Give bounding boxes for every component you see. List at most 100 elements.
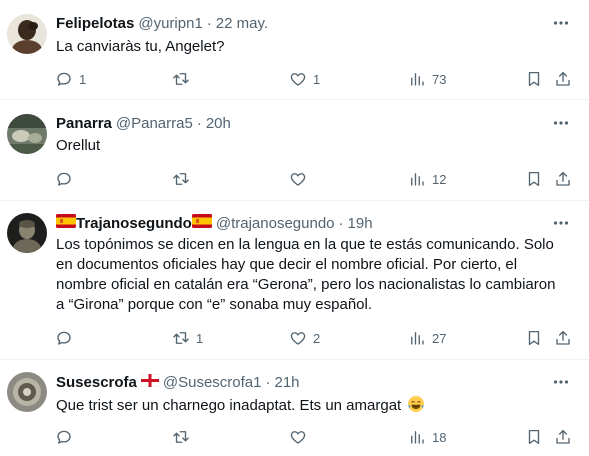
- avatar[interactable]: [7, 14, 47, 54]
- like-icon: [290, 332, 306, 345]
- tweet-actions: 12: [0, 169, 589, 189]
- tweet-4[interactable]: Susescrofa @Susescrofa1 · 21h Que trist …: [0, 360, 589, 456]
- bookmark-button[interactable]: [525, 427, 543, 447]
- like-button[interactable]: 1: [289, 69, 320, 89]
- views-button[interactable]: 27: [408, 328, 446, 348]
- user-handle[interactable]: @Panarra5: [116, 115, 193, 132]
- reply-button[interactable]: [55, 427, 79, 447]
- display-name[interactable]: Trajanosegundo: [76, 215, 192, 232]
- reply-button[interactable]: [55, 328, 79, 348]
- share-button[interactable]: [554, 69, 572, 89]
- tweet-header: Panarra @Panarra5 · 20h: [56, 113, 231, 133]
- laughing-emoji-icon: [407, 395, 425, 419]
- views-icon: [411, 73, 424, 86]
- reply-count: 1: [79, 71, 87, 87]
- display-name[interactable]: Felipelotas: [56, 15, 134, 32]
- avatar[interactable]: [7, 372, 47, 412]
- tweet-text: Que trist ser un charnego inadaptat. Ets…: [56, 395, 576, 419]
- timestamp[interactable]: 19h: [348, 215, 373, 232]
- tweet-actions: 18: [0, 427, 589, 447]
- tweet-text: Los topónimos se dicen en la lengua en l…: [56, 235, 581, 315]
- separator-dot: ·: [265, 373, 271, 391]
- more-icon[interactable]: [551, 113, 571, 133]
- separator-dot: ·: [196, 114, 202, 132]
- share-icon: [556, 171, 570, 186]
- share-button[interactable]: [554, 427, 572, 447]
- retweet-button[interactable]: [172, 427, 196, 447]
- views-button[interactable]: 12: [408, 169, 446, 189]
- view-count: 18: [432, 429, 447, 445]
- timestamp[interactable]: 22 may.: [216, 15, 268, 32]
- bookmark-button[interactable]: [525, 69, 543, 89]
- text-line: nombre oficial en catalán era “Gerona”, …: [56, 276, 556, 293]
- share-icon: [556, 429, 570, 444]
- flag-es-icon: [191, 214, 212, 232]
- share-icon: [556, 71, 570, 86]
- retweet-button[interactable]: [172, 69, 196, 89]
- tweet-header: Trajanosegundo @trajanosegundo · 19h: [56, 213, 373, 233]
- bookmark-icon: [528, 71, 540, 87]
- separator-dot: ·: [206, 14, 212, 32]
- tweet-text-content: Que trist ser un charnego inadaptat. Ets…: [56, 397, 402, 414]
- like-button[interactable]: 2: [289, 328, 320, 348]
- view-count: 27: [432, 330, 447, 346]
- more-icon[interactable]: [551, 13, 571, 33]
- like-button[interactable]: [289, 427, 313, 447]
- bookmark-button[interactable]: [525, 328, 543, 348]
- view-count: 73: [432, 71, 447, 87]
- retweet-icon: [173, 332, 189, 344]
- tweet-actions: 1 2 27: [0, 328, 589, 348]
- views-button[interactable]: 18: [408, 427, 446, 447]
- views-button[interactable]: 73: [408, 69, 446, 89]
- tweet-1[interactable]: Felipelotas @yuripn1 · 22 may. La canvia…: [0, 0, 589, 100]
- like-button[interactable]: [289, 169, 313, 189]
- reply-button[interactable]: 1: [55, 69, 86, 89]
- retweet-button[interactable]: [172, 169, 196, 189]
- display-name[interactable]: Panarra: [56, 115, 112, 132]
- share-button[interactable]: [554, 169, 572, 189]
- bookmark-icon: [528, 171, 540, 187]
- tweet-text: Orellut: [56, 137, 101, 154]
- tweet-3[interactable]: Trajanosegundo @trajanosegundo · 19h Los…: [0, 201, 589, 360]
- text-line: en documentos oficiales hay que decir el…: [56, 256, 518, 273]
- tweet-actions: 1 1 73: [0, 69, 589, 89]
- flag-es-icon: [56, 214, 76, 232]
- views-icon: [411, 173, 424, 186]
- bookmark-icon: [528, 429, 540, 445]
- retweet-icon: [173, 431, 189, 443]
- like-icon: [290, 431, 306, 444]
- reply-icon: [57, 72, 71, 86]
- timestamp[interactable]: 21h: [274, 374, 299, 391]
- reply-button[interactable]: [55, 169, 79, 189]
- tweet-header: Felipelotas @yuripn1 · 22 may.: [56, 13, 268, 33]
- avatar[interactable]: [7, 114, 47, 154]
- separator-dot: ·: [338, 214, 344, 232]
- bookmark-icon: [528, 330, 540, 346]
- timestamp[interactable]: 20h: [206, 115, 231, 132]
- views-icon: [411, 332, 424, 345]
- reply-icon: [57, 331, 71, 345]
- view-count: 12: [432, 171, 447, 187]
- tweet-2[interactable]: Panarra @Panarra5 · 20h Orellut 12: [0, 100, 589, 201]
- retweet-icon: [173, 73, 189, 85]
- like-icon: [290, 173, 306, 186]
- display-name[interactable]: Susescrofa: [56, 374, 137, 391]
- text-line: a “Girona” porque con “e” sonaba muy esp…: [56, 296, 373, 313]
- share-icon: [556, 330, 570, 345]
- like-icon: [290, 73, 306, 86]
- share-button[interactable]: [554, 328, 572, 348]
- user-handle[interactable]: @Susescrofa1: [163, 374, 262, 391]
- reply-icon: [57, 172, 71, 186]
- reply-icon: [57, 430, 71, 444]
- user-handle[interactable]: @yuripn1: [138, 15, 202, 32]
- retweet-count: 1: [196, 330, 204, 346]
- user-handle[interactable]: @trajanosegundo: [216, 215, 335, 232]
- text-line: Los topónimos se dicen en la lengua en l…: [56, 236, 554, 253]
- tweet-text: La canviaràs tu, Angelet?: [56, 38, 225, 55]
- more-icon[interactable]: [551, 213, 571, 233]
- more-icon[interactable]: [551, 372, 571, 392]
- flag-england-icon: [140, 373, 160, 391]
- avatar[interactable]: [7, 213, 47, 253]
- bookmark-button[interactable]: [525, 169, 543, 189]
- retweet-button[interactable]: 1: [172, 328, 203, 348]
